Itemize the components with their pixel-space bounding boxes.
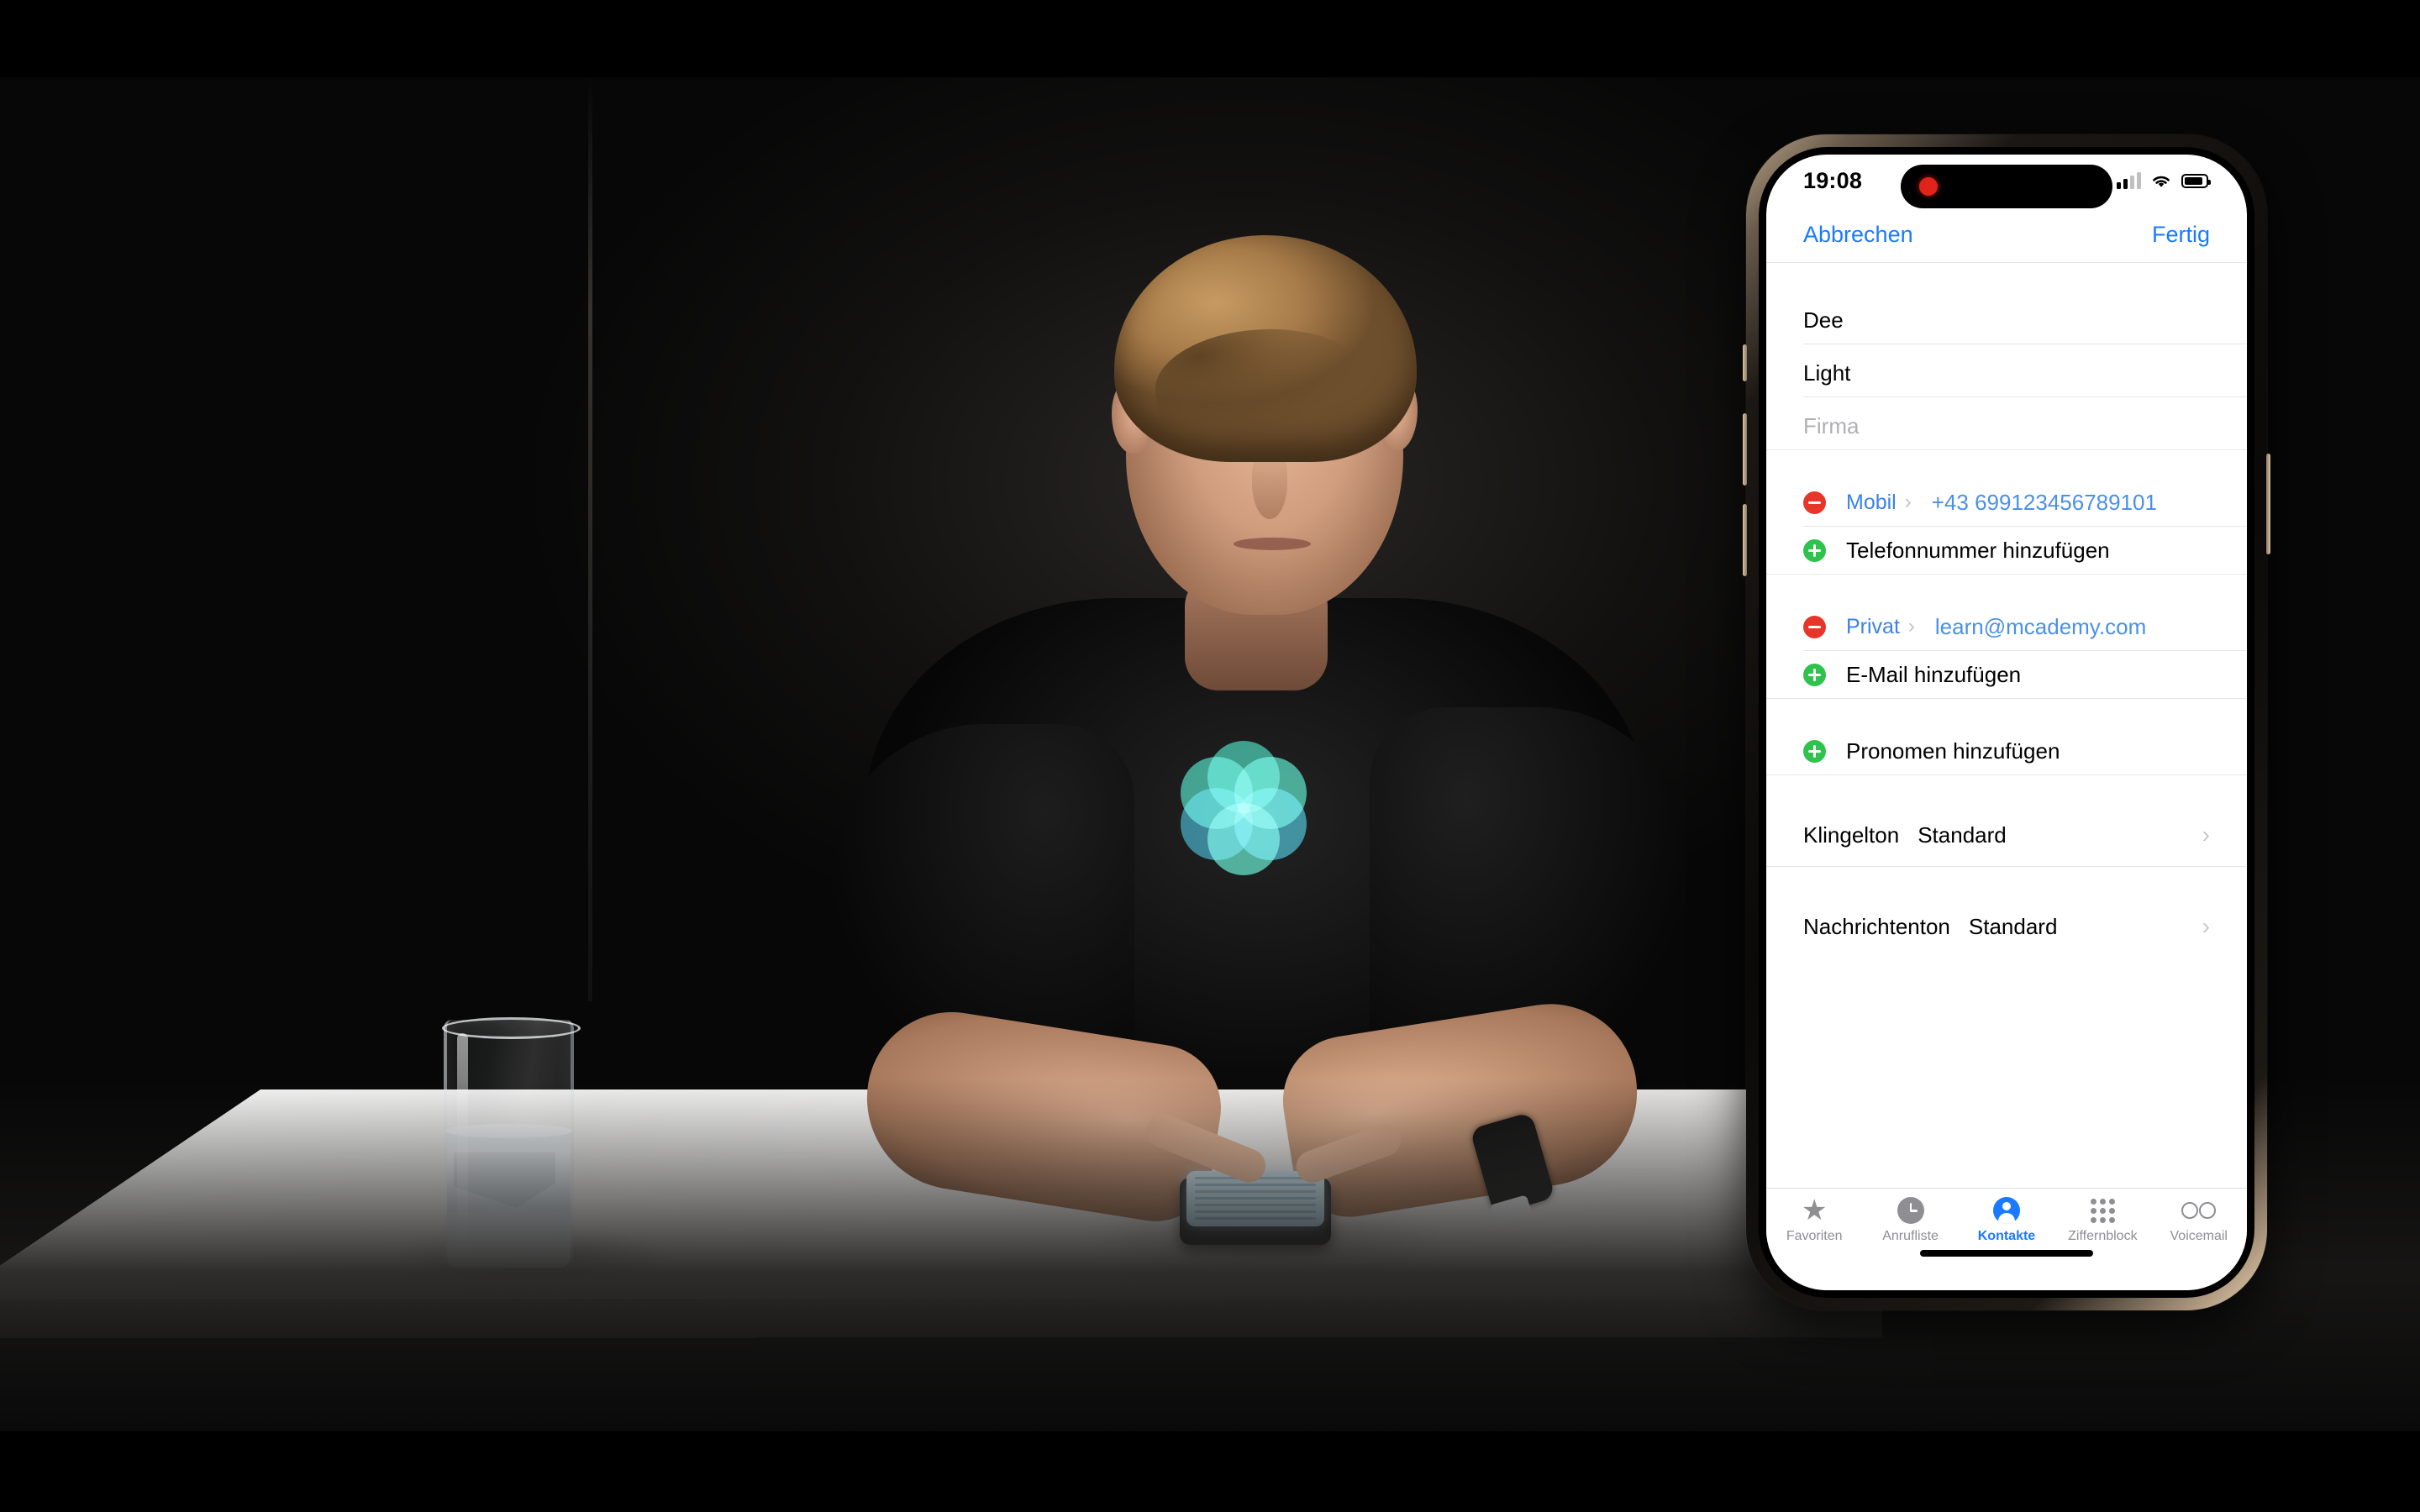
record-dot-icon: [1919, 177, 1938, 196]
logo-petal: [1180, 756, 1253, 829]
edit-contact-form: Dee Light Firma Mobil › +43 699123456789…: [1766, 263, 2247, 1188]
tab-label: Ziffernblock: [2068, 1229, 2138, 1243]
dynamic-island: [1901, 165, 2112, 208]
screenshot-root: 19:08 Abbrechen Fertig Dee Light Firma M…: [0, 0, 2420, 1512]
name-fields-group: Dee Light Firma: [1766, 291, 2247, 449]
navigation-bar: Abbrechen Fertig: [1766, 207, 2247, 263]
first-name-value: Dee: [1803, 307, 1844, 333]
spacer-phone: [1766, 450, 2247, 479]
phone-number-group: Mobil › +43 699123456789101 Telefonnumme…: [1766, 479, 2247, 574]
wifi-icon: [2153, 176, 2170, 187]
add-pronoun-label: Pronomen hinzufügen: [1846, 738, 2060, 764]
ringtone-label: Klingelton: [1803, 822, 1900, 848]
tab-label: Kontakte: [1977, 1229, 2036, 1243]
ringtone-row[interactable]: Klingelton Standard ›: [1766, 804, 2247, 866]
phone-label[interactable]: Mobil: [1846, 491, 1897, 515]
email-value[interactable]: learn@mcademy.com: [1935, 614, 2146, 640]
plus-circle-icon[interactable]: [1803, 538, 1826, 562]
chevron-right-icon: ›: [2202, 913, 2210, 939]
voicemail-icon: [2181, 1196, 2217, 1225]
person-icon: [1992, 1196, 2020, 1225]
presenter-mouth: [1234, 538, 1311, 550]
tone-settings-group: Klingelton Standard › Nachrichtenton Sta…: [1766, 804, 2247, 958]
keypad-icon: [2090, 1196, 2115, 1225]
text-tone-label: Nachrichtenton: [1803, 913, 1950, 939]
spacer-top: [1766, 263, 2247, 291]
tab-anrufliste[interactable]: Anrufliste: [1864, 1196, 1958, 1244]
minus-circle-icon[interactable]: [1803, 615, 1826, 638]
phone-screen: 19:08 Abbrechen Fertig Dee Light Firma M…: [1766, 155, 2247, 1290]
tab-favoriten[interactable]: ★ Favoriten: [1767, 1196, 1861, 1244]
add-email-row[interactable]: E-Mail hinzufügen: [1766, 651, 2247, 698]
add-phone-label: Telefonnummer hinzufügen: [1846, 537, 2110, 563]
silent-switch[interactable]: [1743, 344, 1747, 381]
last-name-value: Light: [1803, 360, 1851, 386]
chevron-right-icon: ›: [2202, 822, 2210, 848]
phone-value[interactable]: +43 699123456789101: [1932, 490, 2157, 516]
phone-entry-row[interactable]: Mobil › +43 699123456789101: [1766, 479, 2247, 526]
status-time: 19:08: [1803, 167, 1863, 193]
email-group: Privat › learn@mcademy.com E-Mail hinzuf…: [1766, 603, 2247, 698]
chevron-right-icon: ›: [1904, 491, 1912, 513]
email-entry-row[interactable]: Privat › learn@mcademy.com: [1766, 603, 2247, 650]
wall-edge: [588, 77, 592, 1001]
cellular-signal-icon: [2117, 172, 2141, 189]
company-placeholder: Firma: [1803, 412, 1860, 438]
pronoun-group: Pronomen hinzufügen: [1766, 727, 2247, 774]
last-name-field[interactable]: Light: [1766, 344, 2247, 396]
cancel-button[interactable]: Abbrechen: [1803, 222, 1913, 248]
iphone-overlay: 19:08 Abbrechen Fertig Dee Light Firma M…: [1743, 134, 2270, 1310]
status-indicators: [2117, 172, 2211, 189]
add-phone-row[interactable]: Telefonnummer hinzufügen: [1766, 527, 2247, 574]
done-button[interactable]: Fertig: [2152, 222, 2210, 248]
spacer-email: [1766, 575, 2247, 603]
company-field[interactable]: Firma: [1766, 397, 2247, 449]
text-tone-value: Standard: [1968, 913, 2058, 939]
power-button[interactable]: [2266, 454, 2270, 554]
text-tone-row[interactable]: Nachrichtenton Standard ›: [1766, 895, 2247, 958]
chevron-right-icon: ›: [1907, 615, 1915, 638]
glass-rim: [442, 1017, 581, 1039]
tab-label: Voicemail: [2170, 1229, 2228, 1243]
tab-label: Anrufliste: [1882, 1229, 1939, 1243]
add-pronoun-row[interactable]: Pronomen hinzufügen: [1766, 727, 2247, 774]
plus-circle-icon[interactable]: [1803, 739, 1826, 763]
tab-voicemail[interactable]: Voicemail: [2152, 1196, 2246, 1244]
tab-ziffernblock[interactable]: Ziffernblock: [2055, 1196, 2149, 1244]
home-indicator[interactable]: [1920, 1250, 2093, 1257]
first-name-field[interactable]: Dee: [1766, 291, 2247, 344]
battery-icon: [2181, 173, 2211, 188]
add-email-label: E-Mail hinzufügen: [1846, 661, 2022, 687]
volume-up-button[interactable]: [1743, 413, 1747, 486]
spacer-between-tones: [1766, 867, 2247, 895]
flower-of-life-logo: [1176, 741, 1311, 875]
tab-bar: ★ Favoriten Anrufliste Kontakte Ziffernb…: [1766, 1188, 2247, 1290]
volume-down-button[interactable]: [1743, 504, 1747, 576]
tab-kontakte[interactable]: Kontakte: [1960, 1196, 2054, 1244]
ringtone-value: Standard: [1918, 822, 2007, 848]
email-label[interactable]: Privat: [1846, 615, 1900, 639]
clock-icon: [1897, 1196, 1924, 1225]
status-bar: 19:08: [1766, 155, 2247, 208]
spacer-pronoun: [1766, 699, 2247, 727]
spacer-settings: [1766, 775, 2247, 804]
star-icon: ★: [1801, 1194, 1828, 1226]
minus-circle-icon[interactable]: [1803, 491, 1826, 514]
tab-label: Favoriten: [1786, 1229, 1843, 1243]
plus-circle-icon[interactable]: [1803, 663, 1826, 686]
